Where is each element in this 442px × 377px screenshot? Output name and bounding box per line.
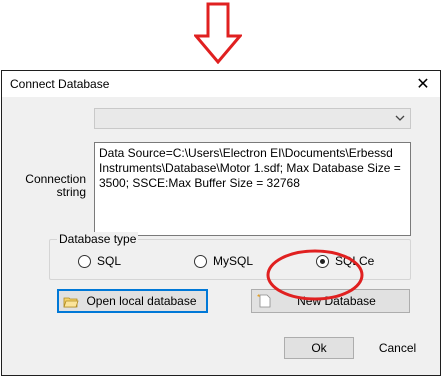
folder-icon	[63, 297, 79, 308]
cancel-button[interactable]: Cancel	[363, 337, 432, 359]
ok-label: Ok	[311, 341, 327, 355]
connection-label-line2: string	[56, 185, 86, 199]
radio-mysql-circle[interactable]	[194, 254, 207, 268]
chevron-down-icon	[395, 115, 405, 121]
radio-mysql[interactable]: MySQL	[194, 254, 253, 268]
open-local-database-button[interactable]: Open local database	[57, 289, 208, 313]
title-bar: Connect Database ✕	[2, 71, 440, 97]
ok-button[interactable]: Ok	[284, 337, 354, 359]
radio-sql[interactable]: SQL	[78, 254, 121, 268]
connection-dropdown[interactable]	[94, 108, 411, 129]
cancel-label: Cancel	[378, 341, 417, 355]
connect-database-dialog: Connect Database ✕ Connection string Dat…	[1, 70, 441, 376]
open-local-database-label: Open local database	[86, 294, 197, 308]
database-type-title: Database type	[57, 232, 139, 246]
dialog-title: Connect Database	[10, 77, 110, 91]
radio-mysql-label: MySQL	[213, 254, 254, 268]
connection-string-field[interactable]: Data Source=C:\Users\Electron EI\Documen…	[94, 142, 411, 236]
radio-sql-label: SQL	[97, 254, 122, 268]
close-icon[interactable]: ✕	[406, 71, 440, 97]
red-arrow-annotation	[194, 2, 242, 64]
radio-sql-circle[interactable]	[78, 254, 91, 268]
red-circle-annotation	[266, 249, 364, 301]
connection-string-label: Connection string	[10, 173, 86, 199]
